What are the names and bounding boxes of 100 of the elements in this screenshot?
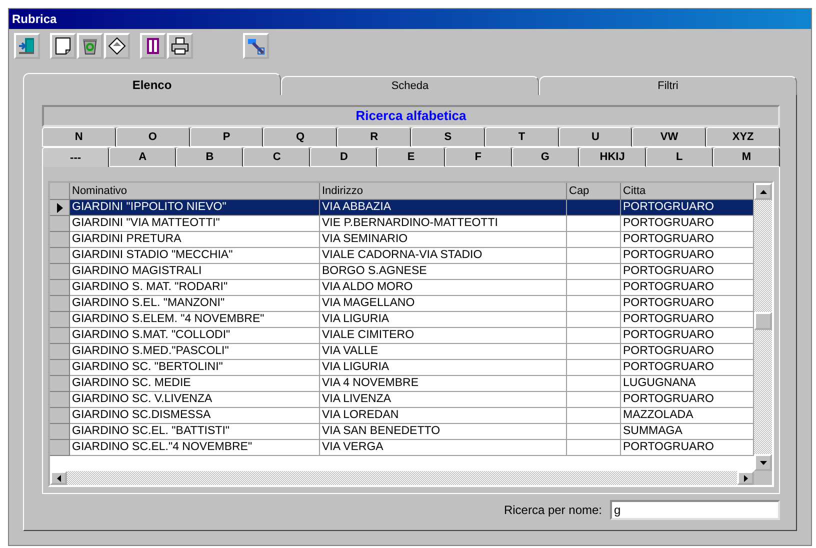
table-row[interactable]: GIARDINO SC. "BERTOLINI" VIA LIGURIA PORTOGRUARO	[50, 360, 754, 376]
letter-tab[interactable]: ---	[42, 147, 110, 167]
letter-tab[interactable]: N	[42, 127, 116, 147]
wrench-icon	[247, 37, 265, 55]
window-title: Rubrica	[12, 12, 57, 26]
section-header: Ricerca alfabetica	[42, 105, 780, 127]
letter-tab[interactable]: B	[176, 147, 244, 167]
printer-icon	[171, 37, 189, 55]
letter-tab[interactable]: Q	[263, 127, 338, 147]
table-cell: VIA SEMINARIO	[320, 232, 567, 248]
up-arrow-icon	[760, 190, 766, 194]
page-icon	[55, 37, 71, 55]
column-header[interactable]: Citta	[621, 183, 754, 200]
new-button[interactable]	[50, 33, 76, 59]
table-cell: GIARDINO SC. "BERTOLINI"	[70, 360, 320, 376]
letter-tab[interactable]: E	[377, 147, 445, 167]
table-row[interactable]: GIARDINO S.MED."PASCOLI" VIA VALLE PORTOGRUARO	[50, 344, 754, 360]
table-cell: VIA LIGURIA	[320, 360, 567, 376]
table-cell: VIA LOREDAN	[320, 408, 567, 424]
table-row[interactable]: GIARDINI PRETURA VIA SEMINARIO PORTOGRUARO	[50, 232, 754, 248]
search-label: Ricerca per nome:	[504, 503, 602, 517]
table-cell: GIARDINO S.MED."PASCOLI"	[70, 344, 320, 360]
recycle-bin-icon	[81, 37, 99, 55]
table-cell: GIARDINO MAGISTRALI	[70, 264, 320, 280]
scroll-thumb[interactable]	[754, 312, 772, 330]
table-row[interactable]: GIARDINO S.MAT. "COLLODI" VIALE CIMITERO PORTOGRUARO	[50, 328, 754, 344]
scrollbar-corner	[754, 471, 772, 485]
letter-tab[interactable]: VW	[632, 127, 706, 147]
letter-tab[interactable]: R	[337, 127, 411, 147]
table-cell: GIARDINI "IPPOLITO NIEVO"	[70, 200, 320, 216]
door-icon	[18, 37, 36, 55]
letter-tab[interactable]: O	[116, 127, 190, 147]
letter-tab[interactable]: F	[444, 147, 512, 167]
table-cell: GIARDINO SC. MEDIE	[70, 376, 320, 392]
table-row[interactable]: GIARDINO MAGISTRALI BORGO S.AGNESE PORTOGRUARO	[50, 264, 754, 280]
table-cell: GIARDINO S.EL. "MANZONI"	[70, 296, 320, 312]
table-cell: VIA ALDO MORO	[320, 280, 567, 296]
book-icon	[145, 37, 161, 55]
vertical-scrollbar[interactable]	[754, 183, 772, 471]
letter-tab[interactable]: D	[310, 147, 378, 167]
letter-tab[interactable]: U	[558, 127, 632, 147]
table-cell: GIARDINO S.MAT. "COLLODI"	[70, 328, 320, 344]
letter-tab[interactable]: M	[712, 147, 780, 167]
table-cell: GIARDINO S. MAT. "RODARI"	[70, 280, 320, 296]
row-header	[50, 183, 70, 200]
table-row[interactable]: GIARDINO SC. V.LIVENZA VIA LIVENZA PORTOGRUARO	[50, 392, 754, 408]
table-cell: VIA SAN BENEDETTO	[320, 424, 567, 440]
table-row[interactable]: GIARDINO SC.EL."4 NOVEMBRE" VIA VERGA PORTOGRUARO	[50, 440, 754, 456]
left-arrow-icon	[56, 474, 60, 482]
current-row-icon	[56, 202, 62, 212]
print-button[interactable]	[167, 33, 193, 59]
delete-button[interactable]	[77, 33, 103, 59]
table-cell: GIARDINO SC.DISMESSA	[70, 408, 320, 424]
letter-tab[interactable]: T	[484, 127, 559, 147]
table-row[interactable]: GIARDINO SC.EL. "BATTISTI" VIA SAN BENEDETTO SUMMAGA	[50, 424, 754, 440]
table-cell: PORTOGRUARO	[621, 200, 754, 216]
tools-button[interactable]	[243, 33, 269, 59]
table-cell: VIA VALLE	[320, 344, 567, 360]
table-row[interactable]: GIARDINO SC.DISMESSA VIA LOREDAN MAZZOLADA	[50, 408, 754, 424]
table-cell: VIA MAGELLANO	[320, 296, 567, 312]
table-cell: GIARDINI STADIO "MECCHIA"	[70, 248, 320, 264]
table-cell: GIARDINO S.ELEM. "4 NOVEMBRE"	[70, 312, 320, 328]
exit-button[interactable]	[14, 33, 40, 59]
table-row[interactable]: GIARDINO S. MAT. "RODARI" VIA ALDO MORO PORTOGRUARO	[50, 280, 754, 296]
clear-button[interactable]	[104, 33, 130, 59]
letter-tab[interactable]: P	[190, 127, 264, 147]
table-row[interactable]: GIARDINI "IPPOLITO NIEVO" VIA ABBAZIA PORTOGRUARO	[50, 200, 754, 216]
letter-tab[interactable]: L	[646, 147, 713, 167]
table-row[interactable]: GIARDINO SC. MEDIE VIA 4 NOVEMBRE LUGUGNANA	[50, 376, 754, 392]
table-cell: GIARDINO SC.EL."4 NOVEMBRE"	[70, 440, 320, 456]
letter-tab[interactable]: A	[109, 147, 176, 167]
table-cell: VIE P.BERNARDINO-MATTEOTTI	[320, 216, 567, 232]
table-cell: GIARDINI "VIA MATTEOTTI"	[70, 216, 320, 232]
columns-button[interactable]	[140, 33, 166, 59]
table-row[interactable]: GIARDINI "VIA MATTEOTTI" VIE P.BERNARDINO-MATTEOTTI PORTOGRUARO	[50, 216, 754, 232]
table-cell: VIA LIGURIA	[320, 312, 567, 328]
letter-tab[interactable]: G	[512, 147, 579, 167]
letter-tab[interactable]: XYZ	[706, 127, 780, 147]
tab[interactable]: Elenco	[23, 73, 281, 95]
down-arrow-icon	[760, 460, 766, 464]
letter-tab[interactable]: S	[410, 127, 485, 147]
eraser-icon	[108, 37, 126, 55]
tab[interactable]: Filtri	[539, 76, 797, 95]
table-row[interactable]: GIARDINO S.EL. "MANZONI" VIA MAGELLANO PORTOGRUARO	[50, 296, 754, 312]
table-cell: GIARDINO SC. V.LIVENZA	[70, 392, 320, 408]
column-header[interactable]: Indirizzo	[320, 183, 567, 200]
right-arrow-icon	[744, 474, 748, 482]
search-field[interactable]: g	[610, 500, 780, 520]
letter-tab[interactable]: HKIJ	[578, 147, 646, 167]
table-cell: VIALE CADORNA-VIA STADIO	[320, 248, 567, 264]
column-header[interactable]: Cap	[567, 183, 621, 200]
table-cell: VIA LIVENZA	[320, 392, 567, 408]
column-header[interactable]: Nominativo	[70, 183, 320, 200]
table-row[interactable]: GIARDINO S.ELEM. "4 NOVEMBRE" VIA LIGURIA PORTOGRUARO	[50, 312, 754, 328]
table-cell: GIARDINI PRETURA	[70, 232, 320, 248]
horizontal-scrollbar[interactable]	[50, 471, 754, 485]
table-cell: VIA 4 NOVEMBRE	[320, 376, 567, 392]
tab[interactable]: Scheda	[281, 76, 539, 95]
letter-tab[interactable]: C	[243, 147, 310, 167]
table-row[interactable]: GIARDINI STADIO "MECCHIA" VIALE CADORNA-VIA STADIO PORTOGRUARO	[50, 248, 754, 264]
